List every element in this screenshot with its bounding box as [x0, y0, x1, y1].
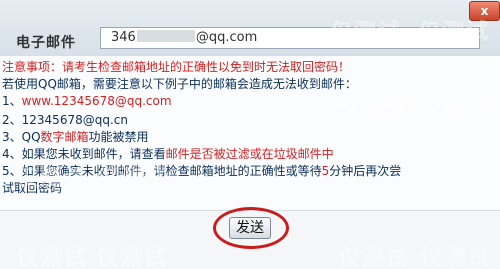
watermark-text: 仅测试 — [418, 20, 491, 45]
notice-item-4-num: 4、 — [2, 147, 22, 161]
watermark-text: 仅测试 — [96, 166, 169, 191]
notice-item-3-highlight: 数字邮箱 — [40, 130, 89, 144]
watermark-text: 仅测试 — [16, 166, 89, 191]
notice-item-2: 2、12345678@qq.cn — [2, 113, 128, 128]
notice-item-4-text: 如果您未收到邮件，请查看 — [21, 147, 166, 161]
watermark-text: 仅测试 — [96, 246, 169, 269]
notice-item-4-highlight: 邮件是否被过滤或在垃圾邮件中 — [165, 147, 334, 161]
watermark-text: 仅测试 — [420, 246, 493, 269]
send-button[interactable]: 发送 — [229, 217, 271, 239]
notice-lead: 若使用QQ邮箱，需要注意以下例子中的邮箱会造成无法收到邮件： — [2, 77, 357, 92]
email-value-suffix: @qq.com — [195, 30, 258, 45]
notice-item-3-tail: 功能被禁用 — [88, 130, 149, 144]
watermark-text: 仅测试 — [420, 97, 493, 122]
watermark-text: 仅测试 — [338, 246, 411, 269]
retrieve-password-dialog: x 电子邮件 346 @qq.com 注意事项：请考生检查邮箱地址的正确性以免到时… — [0, 0, 500, 269]
email-value-prefix: 346 — [111, 30, 136, 45]
notice-lead-text: 若使用QQ邮箱，需要注意以下例子中的邮箱会造成无法收到邮件： — [2, 77, 357, 91]
notice-item-3: 3、QQ数字邮箱功能被禁用 — [2, 130, 149, 145]
notice-intro: 注意事项：请考生检查邮箱地址的正确性以免到时无法取回密码！ — [2, 60, 350, 75]
notice-item-3-qq: QQ — [21, 130, 41, 144]
notice-item-3-num: 3、 — [2, 130, 22, 144]
notice-item-1-text: www.12345678@qq.com — [21, 94, 172, 108]
notice-item-2-text: 12345678@qq.cn — [21, 113, 128, 127]
email-label: 电子邮件 — [16, 35, 76, 51]
email-redaction-mask — [136, 30, 195, 42]
notice-item-2-num: 2、 — [2, 113, 22, 127]
notice-item-5-tail: 分钟后再次尝 — [329, 164, 402, 178]
watermark-text: 仅测试 — [16, 246, 89, 269]
notice-item-1-num: 1、 — [2, 94, 22, 108]
watermark-text: 仅测试 — [336, 97, 409, 122]
watermark-text: 仅测试 — [330, 20, 403, 45]
notice-intro-text: 注意事项：请考生检查邮箱地址的正确性以免到时无法取回密码！ — [2, 60, 351, 74]
notice-item-1: 1、www.12345678@qq.com — [2, 94, 172, 109]
